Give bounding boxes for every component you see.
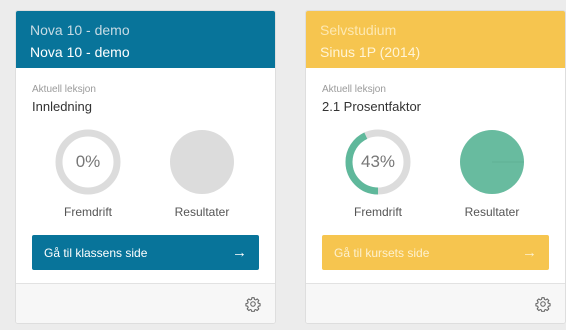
current-lesson-name: Innledning: [32, 99, 92, 114]
cta-label: Gå til kursets side: [334, 245, 430, 260]
arrow-right-icon: →: [522, 244, 537, 261]
arrow-right-icon: →: [232, 244, 247, 261]
gear-icon[interactable]: [245, 296, 261, 312]
progress-percent: 0%: [75, 152, 101, 171]
course-card-sinus: Selvstudium Sinus 1P (2014) Aktuell leks…: [305, 10, 566, 324]
card-footer: [306, 283, 565, 323]
progress-caption: Fremdrift: [354, 205, 402, 219]
card-subtitle: Selvstudium: [320, 22, 397, 38]
progress-caption: Fremdrift: [64, 205, 112, 219]
go-to-class-button[interactable]: Gå til klassens side →: [32, 235, 259, 270]
card-title: Nova 10 - demo: [30, 44, 130, 60]
go-to-course-button[interactable]: Gå til kursets side →: [322, 235, 549, 270]
progress-percent: 43%: [360, 152, 396, 171]
current-lesson-label: Aktuell leksjon: [32, 84, 96, 95]
card-header[interactable]: Nova 10 - demo Nova 10 - demo: [16, 11, 275, 68]
results-pie: [460, 130, 524, 194]
current-lesson-label: Aktuell leksjon: [322, 84, 386, 95]
results-caption: Resultater: [174, 205, 230, 219]
cta-label: Gå til klassens side: [44, 245, 148, 260]
current-lesson-name: 2.1 Prosentfaktor: [322, 99, 421, 114]
card-subtitle: Nova 10 - demo: [30, 22, 130, 38]
card-footer: [16, 283, 275, 323]
results-caption: Resultater: [464, 205, 520, 219]
results-pie: [170, 130, 234, 194]
results-pie-empty: [170, 130, 234, 194]
class-card-nova: Nova 10 - demo Nova 10 - demo Aktuell le…: [15, 10, 276, 324]
card-title: Sinus 1P (2014): [320, 44, 421, 60]
gear-icon[interactable]: [535, 296, 551, 312]
card-header[interactable]: Selvstudium Sinus 1P (2014): [306, 11, 565, 68]
